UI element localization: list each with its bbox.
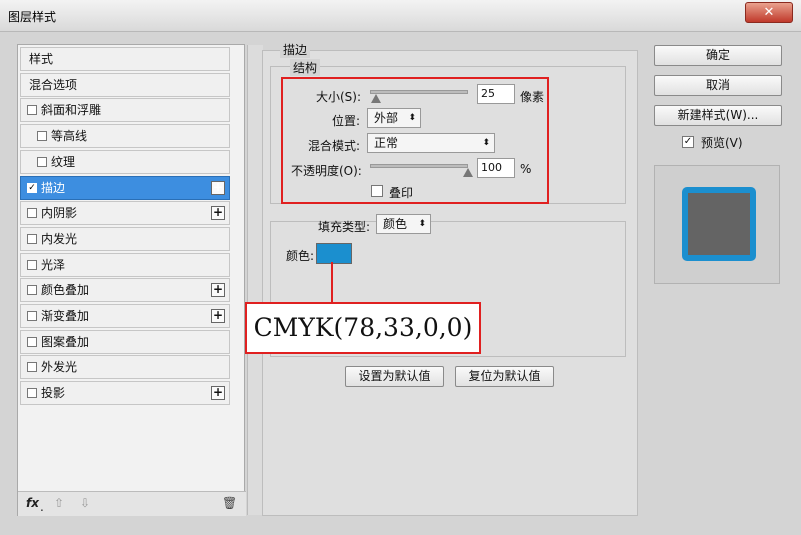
add-style-icon[interactable]: +	[211, 386, 225, 401]
style-item-checkbox[interactable]	[27, 285, 37, 296]
style-item-checkbox[interactable]	[27, 311, 37, 321]
structure-title: 结构	[290, 59, 321, 76]
move-down-icon[interactable]: ⇩	[80, 496, 90, 510]
style-item[interactable]: 外发光	[20, 355, 230, 380]
style-item-label: 等高线	[51, 129, 88, 144]
highlight-box	[281, 77, 549, 204]
fill-type-value: 颜色	[383, 217, 408, 231]
set-default-button[interactable]: 设置为默认值	[345, 366, 444, 387]
preview-thumbnail	[682, 187, 756, 261]
cmyk-annotation: CMYK(78,33,0,0)	[245, 302, 481, 354]
trash-icon[interactable]: 🗑	[222, 496, 237, 510]
fx-dropdown-dot: .	[40, 500, 44, 514]
preview-box	[654, 165, 780, 284]
move-up-icon[interactable]: ⇧	[54, 496, 64, 510]
new-style-button[interactable]: 新建样式(W)...	[654, 105, 782, 126]
title-bar: 图层样式 ✕	[0, 0, 801, 32]
style-item-checkbox[interactable]	[37, 156, 47, 167]
style-item[interactable]: 图案叠加	[20, 329, 230, 354]
style-item-checkbox[interactable]	[27, 388, 37, 399]
styles-toolbar: fx . ⇧ ⇩ 🗑	[18, 491, 246, 516]
style-item-label: 纹理	[51, 154, 76, 169]
style-item[interactable]: 等高线	[20, 124, 230, 149]
style-item-label: 投影	[41, 386, 66, 401]
preview-label: 预览(V)	[701, 136, 743, 150]
reset-default-button[interactable]: 复位为默认值	[455, 366, 554, 387]
color-label: 颜色:	[286, 249, 315, 263]
style-item-label: 内阴影	[41, 206, 78, 221]
style-item[interactable]: 纹理	[20, 149, 230, 174]
ok-button[interactable]: 确定	[654, 45, 782, 66]
chevron-updown-icon: ⬍	[418, 219, 426, 229]
style-item[interactable]: 颜色叠加 +	[20, 278, 230, 303]
style-item-label: 图案叠加	[41, 334, 90, 349]
preview-checkbox[interactable]: ✓	[682, 136, 694, 148]
add-style-icon[interactable]: +	[211, 283, 225, 298]
style-item-label: 光泽	[41, 257, 66, 272]
style-item-checkbox[interactable]	[27, 362, 37, 373]
cancel-button[interactable]: 取消	[654, 75, 782, 96]
fill-type-select[interactable]: 颜色 ⬍	[376, 214, 431, 234]
close-button[interactable]: ✕	[745, 2, 793, 23]
style-item-label: 样式	[29, 52, 54, 66]
style-item-checkbox[interactable]	[27, 105, 37, 116]
style-item[interactable]: 样式	[20, 47, 230, 71]
styles-scrollbar[interactable]	[247, 45, 263, 515]
style-item-checkbox[interactable]	[27, 336, 37, 347]
annotation-line	[331, 262, 333, 302]
styles-panel: 样式混合选项斜面和浮雕等高线纹理 ✓ 描边 + 内阴影 + 内发光光泽颜色叠加 + 渐变叠加 + 图…	[17, 44, 263, 516]
fx-icon[interactable]: fx	[26, 496, 39, 510]
style-item-label: 颜色叠加	[41, 283, 90, 298]
style-item[interactable]: 斜面和浮雕	[20, 98, 230, 123]
style-item[interactable]: 混合选项	[20, 72, 230, 97]
style-item-checkbox[interactable]	[27, 208, 37, 219]
fill-type-label: 填充类型:	[318, 220, 371, 234]
style-item-checkbox[interactable]	[27, 259, 37, 270]
style-item-label: 内发光	[41, 231, 78, 246]
style-item-checkbox[interactable]: ✓	[27, 182, 37, 193]
style-item-checkbox[interactable]	[37, 131, 47, 142]
color-swatch[interactable]	[316, 243, 352, 264]
add-style-icon[interactable]: +	[211, 180, 225, 195]
style-item[interactable]: 渐变叠加 +	[20, 304, 230, 328]
add-style-icon[interactable]: +	[211, 206, 225, 221]
style-item[interactable]: ✓ 描边 +	[20, 175, 230, 200]
style-item-checkbox[interactable]	[27, 233, 37, 244]
style-item[interactable]: 投影 +	[20, 381, 230, 406]
style-item[interactable]: 内发光	[20, 226, 230, 251]
style-item[interactable]: 内阴影 +	[20, 201, 230, 226]
add-style-icon[interactable]: +	[211, 309, 225, 323]
style-item-label: 斜面和浮雕	[41, 103, 102, 118]
stroke-section-title: 描边	[280, 41, 311, 58]
style-item-label: 描边	[41, 180, 66, 195]
style-item-label: 外发光	[41, 360, 78, 375]
window-title: 图层样式	[8, 10, 57, 24]
style-item[interactable]: 光泽	[20, 252, 230, 277]
style-item-label: 渐变叠加	[41, 309, 90, 323]
style-item-label: 混合选项	[29, 77, 78, 92]
